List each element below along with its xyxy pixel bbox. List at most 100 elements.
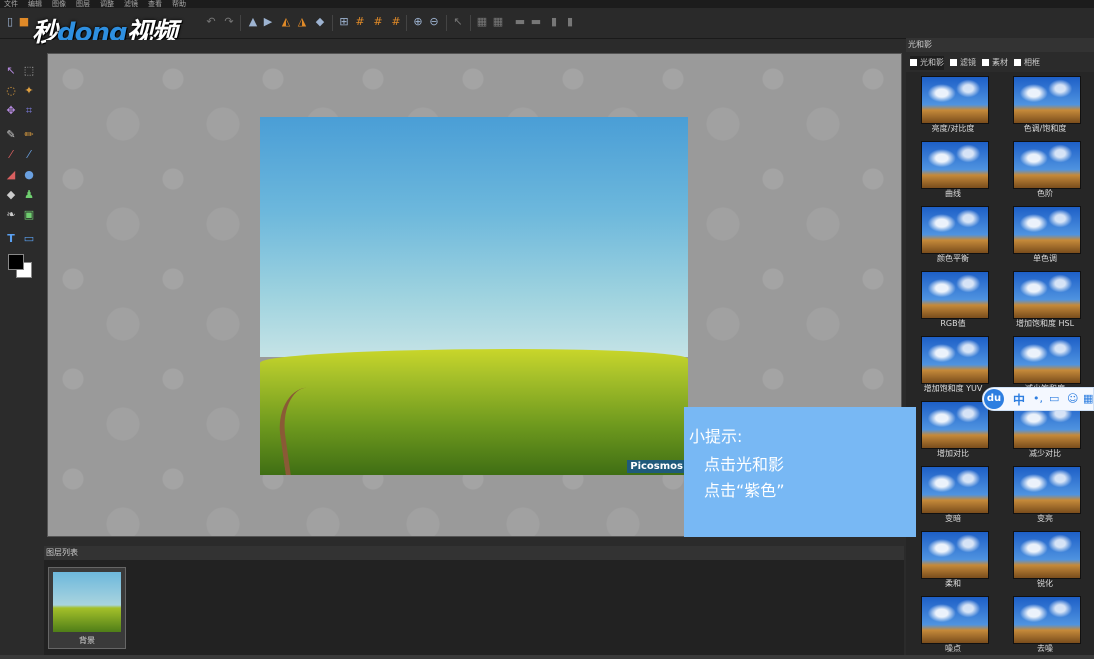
magic-wand-icon[interactable]: ✦ (22, 84, 36, 98)
effect-item[interactable]: 变暗 (908, 462, 998, 524)
flip-horizontal-icon[interactable]: ▶ (262, 16, 274, 28)
rotate-right-icon[interactable]: ◮ (296, 16, 308, 28)
effects-panel-title: 光和影 (908, 40, 932, 49)
tab-frames[interactable]: 相框 (1014, 56, 1040, 70)
menu-image[interactable]: 图像 (52, 0, 66, 8)
rotate-left-icon[interactable]: ◭ (280, 16, 292, 28)
distribute-2-icon[interactable]: ▬ (530, 16, 542, 28)
grid-orange-3-icon[interactable]: # (390, 16, 402, 28)
flip-vertical-icon[interactable]: ▲ (247, 16, 259, 28)
redo-icon[interactable]: ↷ (223, 16, 235, 28)
punctuation-icon[interactable]: •, (1033, 392, 1043, 405)
fill-bucket-icon[interactable]: ◆ (4, 188, 18, 202)
effect-item[interactable]: 增加饱和度 HSL (1000, 267, 1090, 329)
effect-item[interactable]: 亮度/对比度 (908, 72, 998, 134)
effect-thumbnail (921, 401, 989, 449)
landscape-image[interactable]: Picosmos (260, 117, 688, 475)
align-2-icon[interactable]: ▦ (492, 16, 504, 28)
smudge-icon[interactable]: ❧ (4, 208, 18, 222)
effect-item[interactable]: 锐化 (1000, 527, 1090, 589)
menu-edit[interactable]: 编辑 (28, 0, 42, 8)
crop-icon[interactable]: ◆ (314, 16, 326, 28)
rect-select-icon[interactable]: ⬚ (22, 64, 36, 78)
effect-label: 柔和 (945, 579, 961, 588)
pencil-icon[interactable]: ✏ (22, 128, 36, 142)
effect-label: 变亮 (1037, 514, 1053, 523)
distribute-icon[interactable]: ▬ (514, 16, 526, 28)
tab-light-shadow[interactable]: 光和影 (910, 56, 944, 70)
keyboard-icon[interactable]: ▭ (1049, 392, 1059, 405)
image-tool-icon[interactable]: ▣ (22, 208, 36, 222)
grid-orange-icon[interactable]: # (354, 16, 366, 28)
effect-item[interactable]: 去噪 (1000, 592, 1090, 654)
effect-item[interactable]: 色调/饱和度 (1000, 72, 1090, 134)
effects-panel-header: 光和影 (906, 38, 1094, 52)
menu-filter[interactable]: 滤镜 (124, 0, 138, 8)
foreground-color-swatch[interactable] (8, 254, 24, 270)
effect-item[interactable]: 色阶 (1000, 137, 1090, 199)
brush-icon[interactable]: ⁄ (4, 148, 18, 162)
open-folder-icon[interactable]: ■ (18, 16, 30, 28)
layer-name: 背景 (79, 636, 95, 645)
effect-item[interactable]: 变亮 (1000, 462, 1090, 524)
tip-step-2: 点击“紫色” (704, 481, 785, 500)
distribute-3-icon[interactable]: ▮ (548, 16, 560, 28)
menu-view[interactable]: 查看 (148, 0, 162, 8)
ime-language-indicator[interactable]: 中 (1013, 391, 1025, 408)
zoom-in-icon[interactable]: ⊕ (412, 16, 424, 28)
effect-item[interactable]: RGB值 (908, 267, 998, 329)
layer-thumbnail (53, 572, 121, 632)
effect-thumbnail (921, 271, 989, 319)
effect-thumbnail (921, 206, 989, 254)
align-icon[interactable]: ▦ (476, 16, 488, 28)
effect-item[interactable]: 柔和 (908, 527, 998, 589)
user-icon[interactable]: ☺ (1067, 392, 1078, 405)
ime-toolbar[interactable]: du 中 •, ▭ ☺ ▦ (982, 387, 1094, 411)
baidu-ime-logo[interactable]: du (984, 389, 1004, 409)
effect-label: 减少对比 (1029, 449, 1061, 458)
crop-tool-icon[interactable]: ⌗ (22, 104, 36, 118)
move-icon[interactable]: ✥ (4, 104, 18, 118)
layers-panel-title: 图层列表 (46, 548, 78, 557)
brush-blue-icon[interactable]: ⁄ (22, 148, 36, 162)
effect-thumbnail (921, 596, 989, 644)
select-arrow-icon[interactable]: ↖ (4, 64, 18, 78)
effect-item[interactable]: 减少饱和度 (1000, 332, 1090, 394)
text-tool-icon[interactable]: T (4, 232, 18, 246)
pen-icon[interactable]: ✎ (4, 128, 18, 142)
effect-item[interactable]: 单色调 (1000, 202, 1090, 264)
undo-icon[interactable]: ↶ (205, 16, 217, 28)
layer-item[interactable]: 背景 (48, 567, 126, 649)
pointer-icon[interactable]: ↖ (452, 16, 464, 28)
effect-thumbnail (1013, 76, 1081, 124)
effect-label: 增加饱和度 HSL (1015, 319, 1075, 328)
menu-file[interactable]: 文件 (4, 0, 18, 8)
tab-materials[interactable]: 素材 (982, 56, 1008, 70)
menu-help[interactable]: 帮助 (172, 0, 186, 8)
eraser-icon[interactable]: ◢ (4, 168, 18, 182)
effect-label: 噪点 (945, 644, 961, 653)
effect-item[interactable]: 增加饱和度 YUV (908, 332, 998, 394)
zoom-out-icon[interactable]: ⊖ (428, 16, 440, 28)
effect-thumbnail (921, 531, 989, 579)
grid-orange-2-icon[interactable]: # (372, 16, 384, 28)
effect-label: 颜色平衡 (937, 254, 969, 263)
clone-stamp-icon[interactable]: ♟ (22, 188, 36, 202)
new-file-icon[interactable]: ▯ (4, 16, 16, 28)
effect-thumbnail (1013, 336, 1081, 384)
effect-item[interactable]: 噪点 (908, 592, 998, 654)
effect-item[interactable]: 曲线 (908, 137, 998, 199)
tab-filters[interactable]: 滤镜 (950, 56, 976, 70)
effect-label: 去噪 (1037, 644, 1053, 653)
grid-icon[interactable]: ⊞ (338, 16, 350, 28)
effect-thumbnail (1013, 271, 1081, 319)
menu-layer[interactable]: 图层 (76, 0, 90, 8)
drop-icon[interactable]: ● (22, 168, 36, 182)
effect-item[interactable]: 颜色平衡 (908, 202, 998, 264)
menu-adjust[interactable]: 调整 (100, 0, 114, 8)
menu-grid-icon[interactable]: ▦ (1083, 392, 1093, 405)
shape-tool-icon[interactable]: ▭ (22, 232, 36, 246)
distribute-4-icon[interactable]: ▮ (564, 16, 576, 28)
lasso-icon[interactable]: ◌ (4, 84, 18, 98)
effect-label: 锐化 (1037, 579, 1053, 588)
